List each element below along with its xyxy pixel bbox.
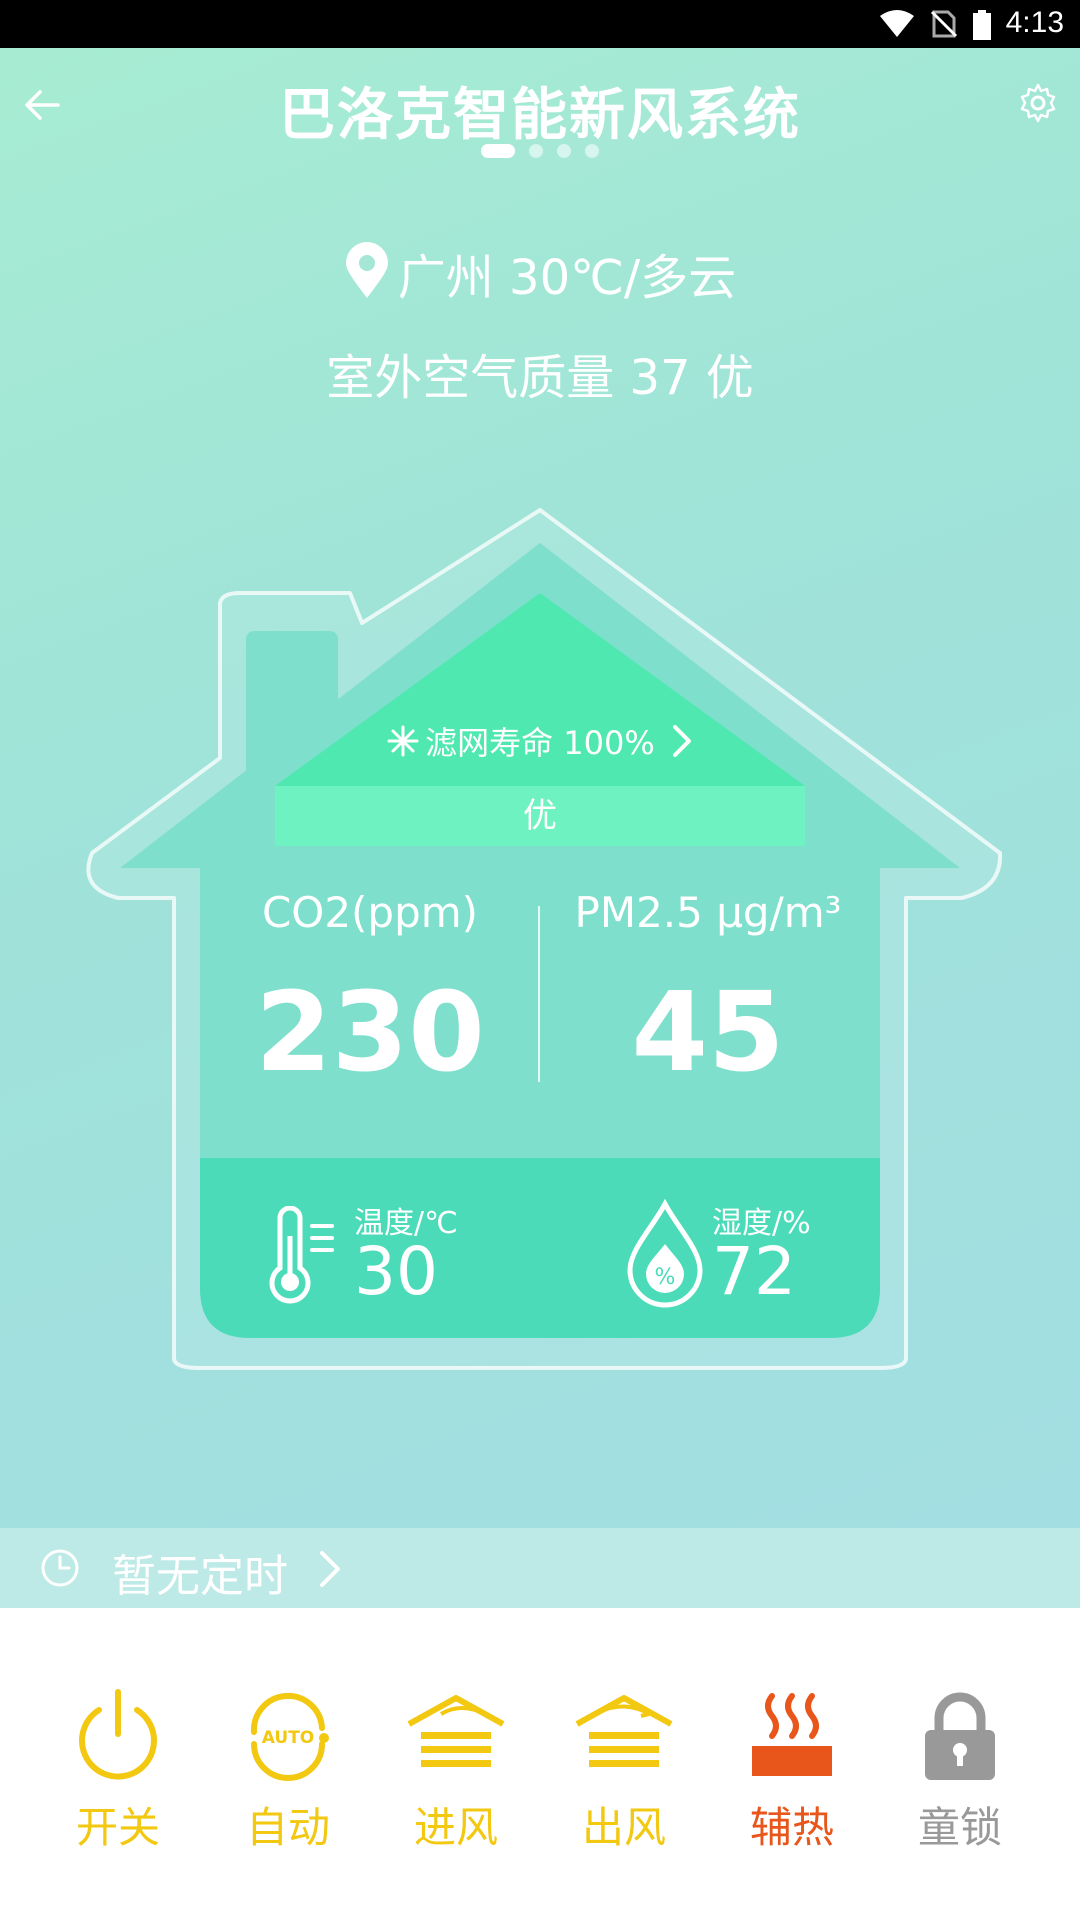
child-lock-label: 童锁 (917, 1803, 1002, 1852)
snowflake-icon (387, 725, 419, 757)
air-in-icon (407, 1695, 505, 1767)
battery-icon (973, 10, 991, 40)
no-sim-icon (930, 10, 958, 38)
filter-life-link[interactable]: 滤网寿命 100% (0, 718, 1080, 764)
pm25-label: PM2.5 μg/m³ (574, 888, 842, 937)
air-out-button[interactable]: 出风 (540, 1688, 708, 1878)
status-bar: 4:13 (0, 0, 1080, 48)
pm25-value: 45 (631, 968, 785, 1096)
indoor-quality-badge: 优 (523, 796, 557, 836)
control-bar: 开关 AUTO 自动 进风 出风 辅热 童锁 (0, 1608, 1080, 1920)
temperature-value: 30 (354, 1233, 438, 1310)
heater-label: 辅热 (749, 1803, 834, 1852)
timer-bar[interactable]: 暂无定时 (0, 1528, 1080, 1608)
humidity-drop-icon: % (627, 1198, 703, 1308)
chevron-right-icon (320, 1551, 340, 1587)
metric-divider (538, 906, 540, 1082)
main-panel: 巴洛克智能新风系统 广州 30℃/多云 室外空气质量 37 优 滤网寿命 100… (0, 48, 1080, 1528)
air-in-button[interactable]: 进风 (372, 1688, 540, 1878)
status-time: 4:13 (1005, 6, 1064, 39)
child-lock-button[interactable]: 童锁 (876, 1688, 1044, 1878)
auto-label: 自动 (245, 1803, 330, 1852)
auto-icon: AUTO (250, 1692, 329, 1781)
clock-icon (41, 1549, 79, 1587)
filter-life-text: 滤网寿命 100% (425, 724, 655, 762)
chevron-right-icon (672, 725, 691, 757)
heater-button[interactable]: 辅热 (708, 1688, 876, 1878)
air-out-label: 出风 (581, 1803, 666, 1852)
timer-text: 暂无定时 (112, 1551, 288, 1602)
air-in-label: 进风 (413, 1803, 498, 1852)
svg-text:%: % (655, 1265, 676, 1290)
power-button[interactable]: 开关 (34, 1688, 202, 1878)
heater-icon (752, 1693, 832, 1776)
air-out-icon (575, 1695, 673, 1767)
thermometer-icon (269, 1206, 334, 1304)
co2-value: 230 (255, 968, 485, 1096)
auto-button[interactable]: AUTO 自动 (204, 1688, 372, 1878)
wifi-icon (880, 10, 914, 37)
power-label: 开关 (75, 1803, 160, 1852)
co2-label: CO2(ppm) (261, 888, 479, 937)
humidity-value: 72 (712, 1233, 796, 1310)
svg-text:AUTO: AUTO (262, 1728, 315, 1748)
lock-icon (925, 1692, 995, 1780)
power-icon (79, 1689, 157, 1780)
